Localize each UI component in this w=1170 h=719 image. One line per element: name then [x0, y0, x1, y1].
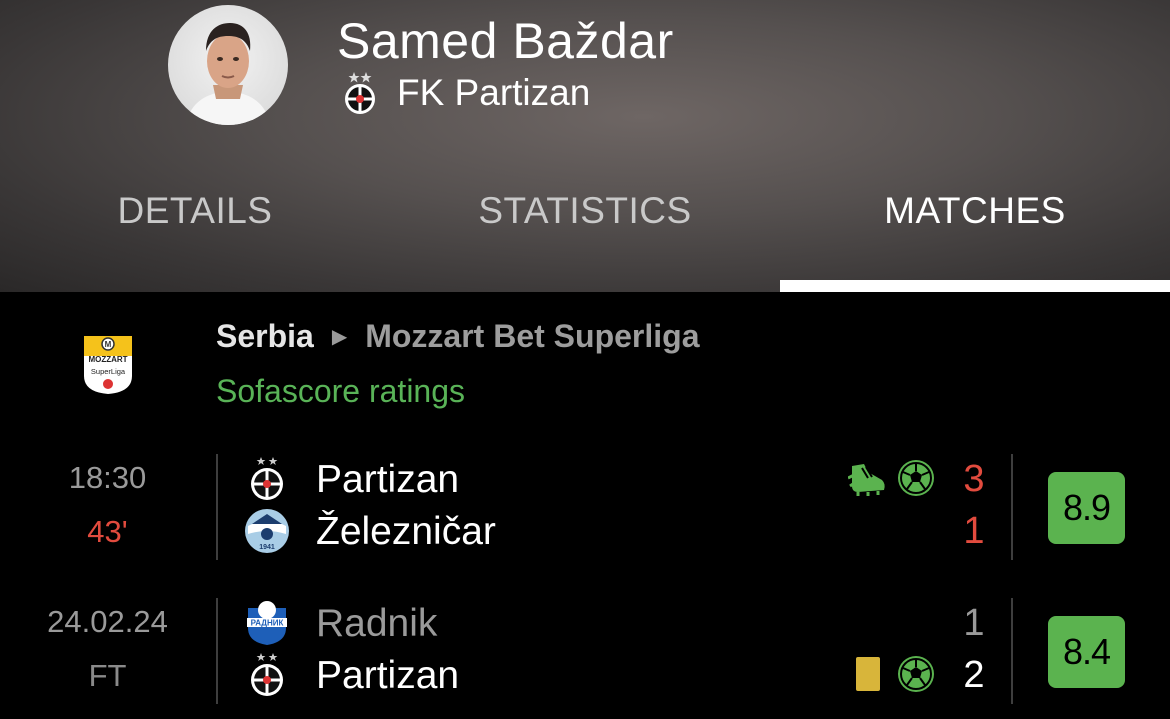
player-header: Samed Baždar FK Partizan DETAILS STATIST…	[0, 0, 1170, 292]
yellow-card-icon	[856, 657, 880, 691]
league-country: Serbia	[216, 318, 314, 354]
divider	[216, 598, 218, 704]
league-name: Mozzart Bet Superliga	[365, 318, 700, 354]
match-row[interactable]: 18:30 43' 1941 Partizan Železničar 3 1 8…	[0, 452, 1170, 560]
logo-text-superliga: SuperLiga	[91, 367, 126, 376]
svg-text:M: M	[105, 340, 112, 349]
match-time: 18:30	[68, 460, 147, 495]
home-score: 1	[963, 602, 985, 644]
svg-text:РАДНИК: РАДНИК	[251, 619, 284, 628]
player-name: Samed Baždar	[337, 13, 674, 69]
match-row[interactable]: 24.02.24 FT РАДНИК Radnik Partizan 1 2 8…	[0, 596, 1170, 704]
partizan-crest-icon	[251, 457, 283, 500]
away-team-name: Partizan	[316, 654, 460, 697]
player-rating-badge: 8.4	[1048, 616, 1125, 688]
logo-text-mozzart: MOZZART	[88, 355, 127, 364]
assist-boot-icon	[848, 464, 885, 496]
svg-text:1941: 1941	[259, 544, 275, 551]
divider	[216, 454, 218, 560]
goal-ball-icon	[898, 656, 934, 692]
away-team-name: Železničar	[316, 510, 496, 553]
tab-details[interactable]: DETAILS	[0, 190, 390, 250]
home-score: 3	[963, 458, 985, 500]
away-score: 1	[963, 510, 985, 552]
match-status: 43'	[87, 514, 128, 549]
zeleznicar-crest-icon: 1941	[245, 509, 289, 553]
ratings-label: Sofascore ratings	[216, 373, 466, 409]
player-rating-badge: 8.9	[1048, 472, 1125, 544]
match-date: 24.02.24	[47, 604, 168, 639]
match-status: FT	[88, 658, 127, 693]
tab-bar: DETAILS STATISTICS MATCHES	[0, 190, 1170, 292]
home-team-name: Radnik	[316, 602, 438, 645]
player-team[interactable]: FK Partizan	[343, 70, 590, 116]
partizan-crest-icon	[251, 653, 283, 696]
mozzart-superliga-logo: M MOZZART SuperLiga	[84, 336, 132, 394]
divider	[1011, 454, 1013, 560]
home-team-name: Partizan	[316, 458, 460, 501]
player-photo-icon	[186, 23, 270, 125]
partizan-crest-icon	[345, 72, 375, 114]
team-name: FK Partizan	[397, 72, 591, 113]
player-avatar	[168, 5, 288, 125]
league-breadcrumb[interactable]: Serbia ▶ Mozzart Bet Superliga	[216, 318, 699, 355]
radnik-crest-icon: РАДНИК	[247, 601, 287, 645]
goal-ball-icon	[898, 460, 934, 496]
active-tab-indicator	[780, 280, 1170, 292]
tab-matches[interactable]: MATCHES	[780, 190, 1170, 250]
away-score: 2	[963, 654, 985, 696]
tab-statistics[interactable]: STATISTICS	[390, 190, 780, 250]
divider	[1011, 598, 1013, 704]
breadcrumb-arrow-icon: ▶	[331, 326, 348, 348]
